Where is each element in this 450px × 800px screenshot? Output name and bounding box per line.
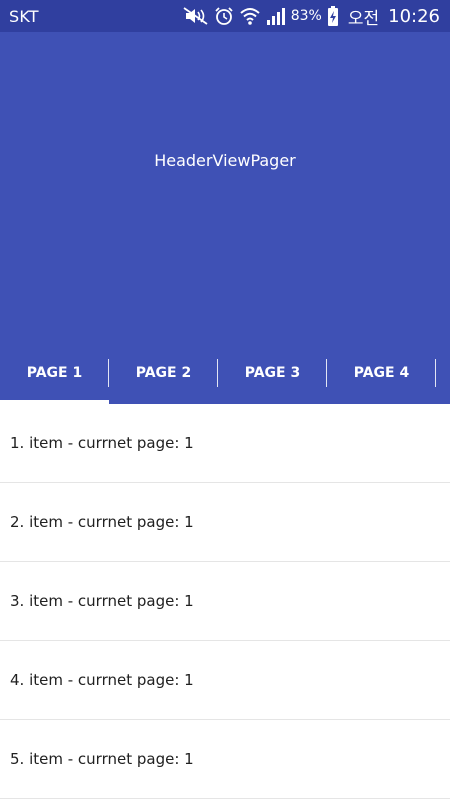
tab-divider — [435, 359, 436, 387]
tab-page-4[interactable]: PAGE 4 — [327, 346, 436, 400]
list-item-text: 1. item - currnet page: 1 — [10, 433, 194, 452]
alarm-icon — [214, 6, 234, 26]
list-item[interactable]: 5. item - currnet page: 1 — [0, 720, 450, 799]
list-item-text: 3. item - currnet page: 1 — [10, 591, 194, 610]
header-view: HeaderViewPager — [0, 32, 450, 346]
header-title: HeaderViewPager — [154, 150, 296, 170]
list-item-text: 5. item - currnet page: 1 — [10, 749, 194, 768]
battery-percent: 83% — [290, 8, 322, 24]
tab-label: PAGE 4 — [353, 365, 410, 381]
list-item[interactable]: 1. item - currnet page: 1 — [0, 404, 450, 483]
wifi-icon — [239, 6, 261, 26]
list-item[interactable]: 3. item - currnet page: 1 — [0, 562, 450, 641]
tab-page-1[interactable]: PAGE 1 — [0, 346, 109, 400]
signal-icon — [266, 7, 286, 25]
tab-label: PAGE 3 — [244, 365, 301, 381]
clock-time: 10:26 — [388, 5, 440, 27]
tab-page-2[interactable]: PAGE 2 — [109, 346, 218, 400]
tab-strip: PAGE 1 PAGE 2 PAGE 3 PAGE 4 — [0, 346, 450, 404]
tab-label: PAGE 1 — [26, 365, 83, 381]
status-bar: SKT 83% 오전 10:26 — [0, 0, 450, 32]
list-item-text: 4. item - currnet page: 1 — [10, 670, 194, 689]
item-list[interactable]: 1. item - currnet page: 1 2. item - curr… — [0, 404, 450, 799]
clock-ampm: 오전 — [347, 8, 380, 29]
list-item-text: 2. item - currnet page: 1 — [10, 512, 194, 531]
tab-page-3[interactable]: PAGE 3 — [218, 346, 327, 400]
mute-icon — [183, 7, 209, 25]
list-item[interactable]: 2. item - currnet page: 1 — [0, 483, 450, 562]
list-item[interactable]: 4. item - currnet page: 1 — [0, 641, 450, 720]
status-icons: 83% 오전 10:26 — [183, 4, 440, 29]
battery-charging-icon — [327, 6, 339, 26]
carrier-name: SKT — [9, 6, 39, 26]
tab-label: PAGE 2 — [135, 365, 192, 381]
